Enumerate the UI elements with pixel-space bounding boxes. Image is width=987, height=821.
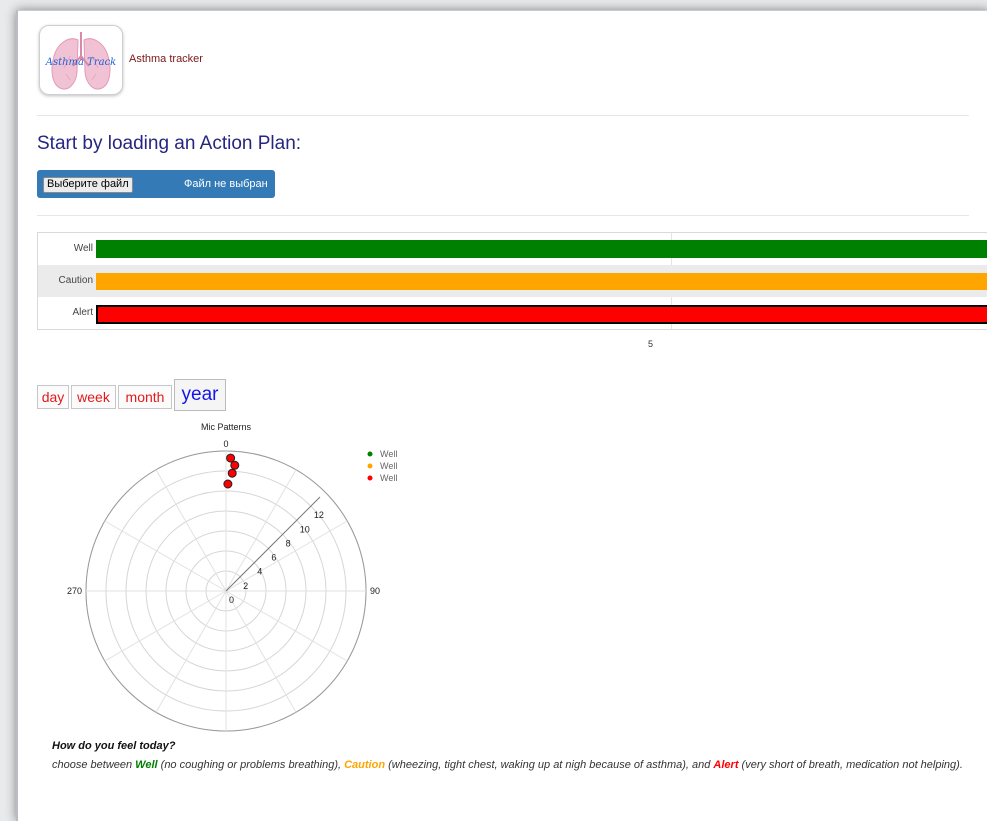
data-point	[230, 460, 240, 470]
well-description: (no coughing or problems breathing),	[157, 759, 345, 771]
divider	[37, 215, 969, 216]
bar-alert	[96, 305, 987, 324]
browser-page: Asthma Track Asthma tracker Start by loa…	[16, 10, 987, 821]
bar-row-well: Well	[38, 233, 987, 265]
bar-label: Alert	[72, 307, 93, 318]
bar-row-caution: Caution	[38, 265, 987, 297]
axis-tick-label: 5	[648, 339, 654, 349]
legend-label: Well	[380, 473, 397, 483]
radial-tick-label: 8	[286, 538, 291, 548]
page-heading: Start by loading an Action Plan:	[37, 133, 302, 154]
caution-description: (wheezing, tight chest, waking up at nig…	[385, 759, 714, 771]
grid-spoke	[225, 590, 297, 713]
legend-marker	[367, 463, 373, 469]
legend-marker	[367, 475, 373, 481]
data-point	[223, 479, 233, 489]
file-status: Файл не выбран	[184, 178, 268, 190]
feel-intro: choose between	[52, 759, 136, 771]
bar-row-alert: Alert	[38, 297, 987, 329]
grid-spoke	[104, 590, 227, 662]
grid-spoke	[155, 590, 227, 713]
bar-label: Well	[73, 243, 93, 254]
range-week-button[interactable]: week	[71, 385, 116, 409]
alert-description: (very short of breath, medication not he…	[738, 759, 963, 771]
bar-well	[96, 240, 987, 258]
angular-tick-label: 0	[223, 439, 228, 449]
feel-description: choose between Well (no coughing or prob…	[52, 759, 982, 771]
radial-tick-label: 10	[300, 524, 310, 534]
radial-tick-label: 0	[229, 595, 234, 605]
legend-marker	[367, 451, 373, 457]
legend-label: Well	[380, 449, 397, 459]
app-logo: Asthma Track	[39, 25, 123, 95]
choose-file-button[interactable]: Выберите файл	[43, 177, 133, 193]
angular-tick-label: 270	[67, 586, 82, 596]
radial-axis	[225, 496, 321, 592]
range-year-button[interactable]: year	[174, 379, 226, 411]
angular-tick-label: 90	[370, 586, 380, 596]
radial-tick-label: 6	[271, 553, 276, 563]
grid-spoke	[225, 590, 348, 662]
file-upload-control[interactable]: Выберите файл Файл не выбран	[37, 170, 275, 198]
divider	[37, 115, 969, 116]
polar-chart: Mic Patterns024681012090180270WellWellWe…	[67, 422, 397, 736]
keyword-caution: Caution	[344, 759, 386, 771]
range-month-button[interactable]: month	[118, 385, 172, 409]
range-day-button[interactable]: day	[37, 385, 69, 409]
app-title[interactable]: Asthma tracker	[129, 53, 203, 65]
legend-label: Well	[380, 461, 397, 471]
radial-tick-label: 12	[314, 510, 324, 520]
grid-spoke	[155, 469, 227, 592]
status-bar-chart: Well Caution Alert	[37, 232, 987, 330]
radial-tick-label: 4	[257, 567, 262, 577]
logo-text: Asthma Track	[45, 57, 117, 68]
radial-tick-label: 2	[243, 581, 248, 591]
bar-label: Caution	[58, 275, 93, 286]
keyword-well: Well	[135, 759, 158, 771]
bar-caution	[96, 273, 987, 290]
angular-tick-label: 180	[218, 735, 233, 736]
grid-spoke	[104, 520, 227, 592]
data-point	[226, 453, 236, 463]
data-point	[227, 468, 237, 478]
chart-title: Mic Patterns	[201, 422, 252, 432]
feel-question: How do you feel today?	[52, 740, 176, 752]
keyword-alert: Alert	[713, 759, 739, 771]
